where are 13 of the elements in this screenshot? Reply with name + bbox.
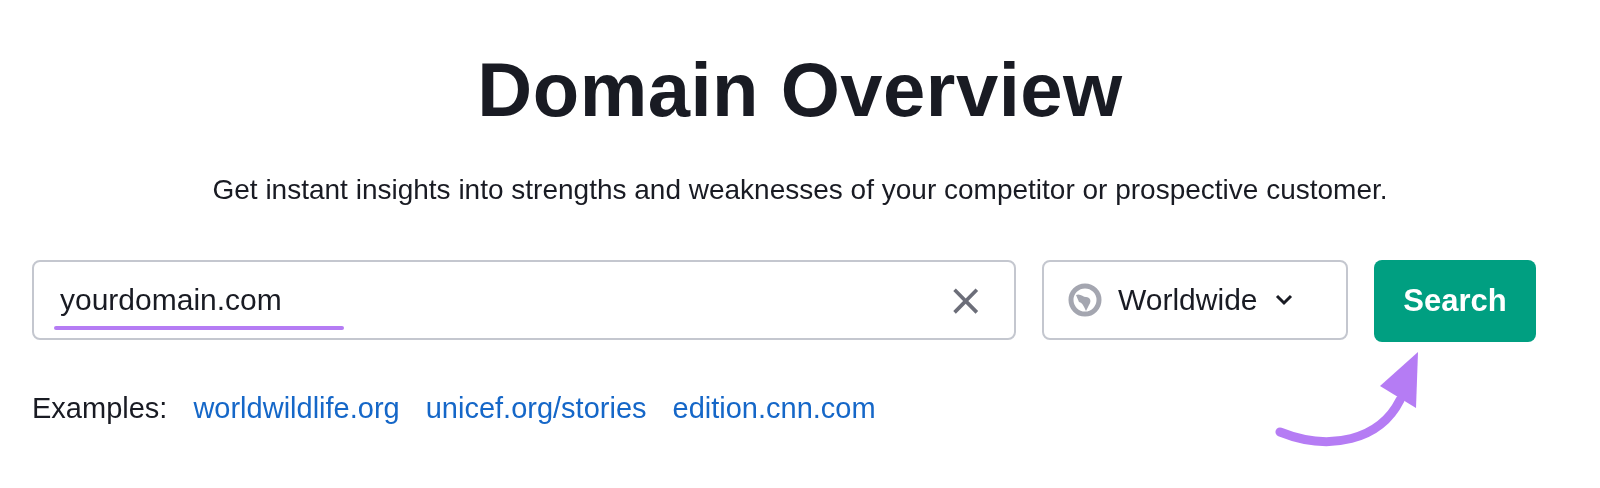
globe-icon xyxy=(1068,283,1102,317)
examples-label: Examples: xyxy=(32,392,168,425)
region-dropdown[interactable]: Worldwide xyxy=(1042,260,1348,340)
caret-icon xyxy=(1273,293,1294,307)
example-link[interactable]: worldwildlife.org xyxy=(193,392,400,425)
region-label: Worldwide xyxy=(1118,283,1258,317)
page-subtitle: Get instant insights into strengths and weaknesses of your competitor or prospective customer. xyxy=(212,173,1388,207)
clear-button[interactable]: × xyxy=(941,278,990,322)
domain-search-field[interactable]: yourdomain.com × xyxy=(32,260,1016,340)
search-button[interactable]: Search xyxy=(1374,260,1536,342)
example-link[interactable]: unicef.org/stories xyxy=(425,392,647,425)
page-title: Domain Overview xyxy=(477,46,1123,134)
example-link[interactable]: edition.cnn.com xyxy=(672,392,876,425)
